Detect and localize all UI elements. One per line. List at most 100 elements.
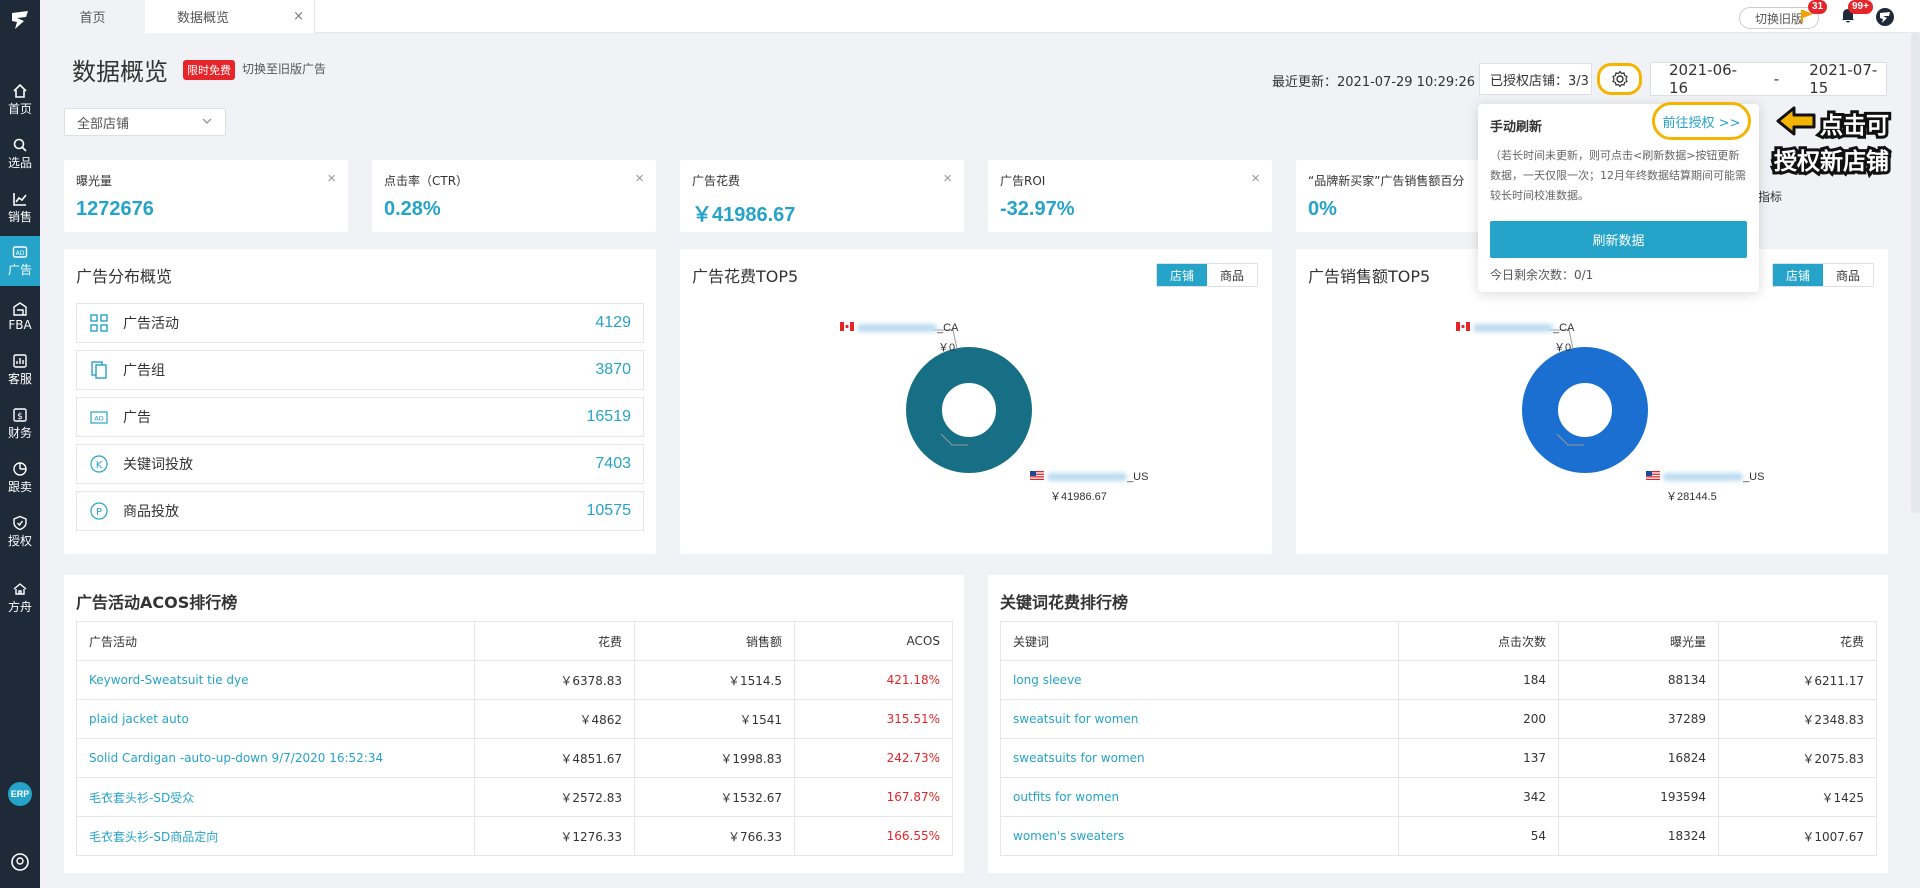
table-cell: ￥1532.67: [634, 777, 795, 817]
store-product-toggle[interactable]: 店铺 商品: [1156, 263, 1258, 287]
sidebar-item-home[interactable]: 首页: [0, 76, 40, 124]
store-product-toggle[interactable]: 店铺 商品: [1772, 263, 1874, 287]
campaign-link[interactable]: 毛衣套头衫-SD受众: [76, 777, 475, 817]
keyword-link[interactable]: sweatsuits for women: [1000, 738, 1399, 778]
toggle-store[interactable]: 店铺: [1157, 264, 1207, 286]
service-icon: [13, 354, 27, 368]
close-icon[interactable]: ×: [293, 9, 304, 24]
tutorial-annotation: 点击可 授权新店铺: [1771, 100, 1920, 180]
table-cell: 54: [1398, 816, 1559, 856]
kpi-value: -32.97%: [1000, 198, 1075, 220]
manual-refresh-popover: 手动刷新 前往授权 >> （若长时间未更新，则可点击<刷新数据>按钮更新数据，一…: [1478, 102, 1759, 292]
logo-icon[interactable]: [0, 0, 40, 40]
close-icon[interactable]: ×: [943, 170, 952, 187]
overview-row-campaigns[interactable]: 广告活动 4129: [76, 303, 644, 343]
finance-icon: $: [13, 408, 27, 422]
sidebar-item-selection[interactable]: 选品: [0, 130, 40, 178]
campaign-link[interactable]: plaid jacket auto: [76, 699, 475, 739]
chart-line-icon: [13, 193, 27, 206]
keyword-link[interactable]: sweatsuit for women: [1000, 699, 1399, 739]
table-header[interactable]: 广告活动: [76, 621, 475, 661]
keyword-link[interactable]: long sleeve: [1000, 660, 1399, 700]
sidebar-item-service[interactable]: 客服: [0, 346, 40, 394]
avatar[interactable]: [1875, 7, 1895, 27]
table-cell: 137: [1398, 738, 1559, 778]
table-cell: 193594: [1558, 777, 1719, 817]
kpi-value: 0.28%: [384, 198, 441, 220]
store-select[interactable]: 全部店铺: [64, 108, 226, 136]
table-cell: 16824: [1558, 738, 1719, 778]
sidebar-item-follow[interactable]: 跟卖: [0, 454, 40, 502]
date-range-picker[interactable]: 2021-06-16 - 2021-07-15: [1650, 61, 1887, 97]
close-icon[interactable]: ×: [635, 170, 644, 187]
chart-value-ca: ￥0: [938, 342, 956, 354]
sidebar-item-auth[interactable]: 授权: [0, 508, 40, 556]
sidebar-item-sales[interactable]: 销售: [0, 184, 40, 232]
section-title: 广告分布概览: [76, 267, 173, 286]
table-cell: 166.55%: [794, 816, 953, 856]
table-cell: ￥1541: [634, 699, 795, 739]
close-icon[interactable]: ×: [1251, 170, 1260, 187]
chart-value-us: ￥41986.67: [1050, 491, 1107, 503]
kpi-hidden-text: 指标: [1758, 190, 1783, 204]
sidebar-item-ads[interactable]: AD 广告: [0, 236, 40, 286]
switch-old-ads-link[interactable]: 切换至旧版广告: [242, 60, 326, 77]
kpi-card-roi: 广告ROI -32.97% ×: [988, 160, 1272, 232]
table-header[interactable]: 关键词: [1000, 621, 1399, 661]
sidebar-item-finance[interactable]: $ 财务: [0, 400, 40, 448]
erp-button[interactable]: ERP: [8, 782, 32, 806]
annotation-line1: 点击可: [1817, 110, 1892, 142]
refresh-data-button[interactable]: 刷新数据: [1490, 221, 1747, 258]
authorized-stores-box[interactable]: 已授权店铺：3/3: [1479, 63, 1592, 95]
table-header[interactable]: 花费: [1718, 621, 1877, 661]
keyword-link[interactable]: outfits for women: [1000, 777, 1399, 817]
table-row: sweatsuit for women 200 37289 ￥2348.83: [1000, 699, 1877, 739]
overview-row-products[interactable]: P 商品投放 10575: [76, 491, 644, 531]
top-bar: 首页 数据概览 × 切换旧版 31 99+: [40, 0, 1920, 33]
overview-row-adgroups[interactable]: 广告组 3870: [76, 350, 644, 390]
table-header[interactable]: 花费: [474, 621, 635, 661]
campaign-link[interactable]: 毛衣套头衫-SD商品定向: [76, 816, 475, 856]
search-icon: [13, 138, 27, 152]
overview-label: 商品投放: [123, 504, 179, 520]
settings-button[interactable]: [1597, 63, 1642, 95]
page-scrollbar[interactable]: [1911, 33, 1920, 513]
overview-row-ads[interactable]: AD 广告 16519: [76, 397, 644, 437]
table-header[interactable]: ACOS: [794, 621, 953, 661]
tab-label: 数据概览: [177, 11, 230, 26]
kpi-card-spend: 广告花费 ￥41986.67 ×: [680, 160, 964, 232]
table-cell: 184: [1398, 660, 1559, 700]
kpi-label: 曝光量: [76, 174, 113, 188]
kpi-value: 0%: [1308, 198, 1337, 220]
date-end[interactable]: 2021-07-15: [1809, 61, 1886, 97]
tab-overview[interactable]: 数据概览 ×: [145, 0, 315, 33]
overview-row-keywords[interactable]: K 关键词投放 7403: [76, 444, 644, 484]
campaign-link[interactable]: Solid Cardigan -auto-up-down 9/7/2020 16…: [76, 738, 475, 778]
copy-icon: [91, 361, 107, 379]
chart-label-ca: _CA: [840, 322, 958, 334]
sales-top5-card: 广告销售额TOP5 店铺 商品 _CA ￥0 _US ￥28144.5: [1296, 249, 1888, 554]
campaign-link[interactable]: Keyword-Sweatsuit tie dye: [76, 660, 475, 700]
user-circle-icon[interactable]: [10, 852, 30, 872]
toggle-product[interactable]: 商品: [1207, 264, 1257, 286]
sidebar-item-ark[interactable]: 方舟: [0, 574, 40, 622]
section-title: 广告花费TOP5: [692, 267, 799, 286]
close-icon[interactable]: ×: [327, 170, 336, 187]
overview-label: 广告: [123, 410, 151, 426]
table-header[interactable]: 销售额: [634, 621, 795, 661]
ca-suffix: _CA: [937, 322, 959, 334]
toggle-store[interactable]: 店铺: [1773, 264, 1823, 286]
table-header[interactable]: 曝光量: [1558, 621, 1719, 661]
date-start[interactable]: 2021-06-16: [1669, 61, 1746, 97]
table-row: Solid Cardigan -auto-up-down 9/7/2020 16…: [76, 738, 953, 778]
go-authorize-link[interactable]: 前往授权 >>: [1652, 102, 1751, 140]
table-row: long sleeve 184 88134 ￥6211.17: [1000, 660, 1877, 700]
table-header[interactable]: 点击次数: [1398, 621, 1559, 661]
keyword-link[interactable]: women's sweaters: [1000, 816, 1399, 856]
pie-icon: [13, 462, 27, 476]
ca-suffix: _CA: [1553, 322, 1575, 334]
sidebar-item-fba[interactable]: FBA: [0, 292, 40, 340]
toggle-product[interactable]: 商品: [1823, 264, 1873, 286]
tab-home[interactable]: 首页: [40, 0, 145, 33]
gear-icon: [1611, 70, 1628, 88]
